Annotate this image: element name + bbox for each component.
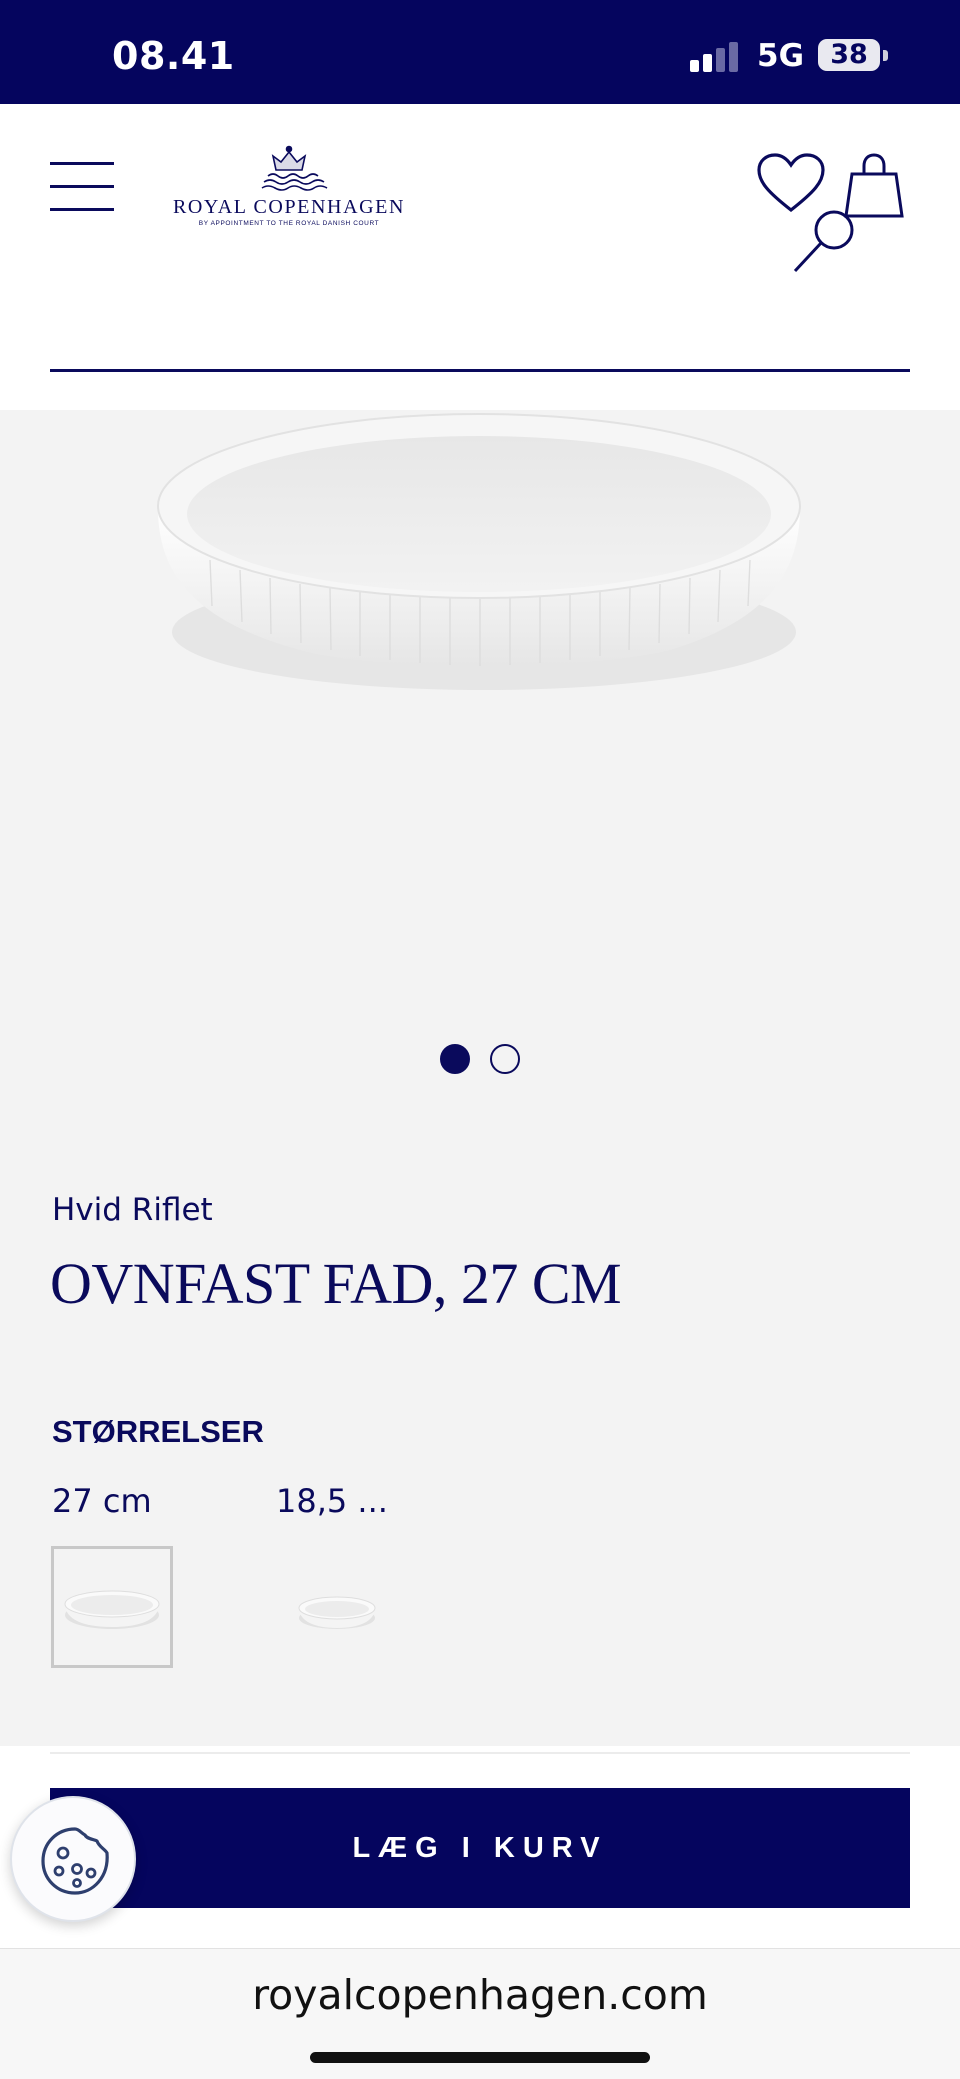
home-indicator[interactable] [310, 2052, 650, 2063]
signal-icon [690, 42, 738, 72]
battery-icon: 38 [818, 39, 880, 71]
gallery-dot-2[interactable] [490, 1044, 520, 1074]
heart-icon[interactable] [756, 152, 826, 216]
product-gallery[interactable] [0, 410, 960, 1110]
size-option-label-18[interactable]: 18,5 ... [276, 1482, 388, 1520]
dish-thumbnail-small [298, 1596, 376, 1629]
site-header: ROYAL COPENHAGEN BY APPOINTMENT TO THE R… [0, 104, 960, 410]
add-to-cart-button[interactable]: LÆG I KURV [50, 1788, 910, 1908]
browser-address-bar: royalcopenhagen.com [0, 1948, 960, 2079]
menu-icon[interactable] [50, 162, 114, 214]
product-title: OVNFAST FAD, 27 CM [50, 1251, 622, 1316]
size-option-18-thumbnail[interactable] [276, 1546, 398, 1668]
brand-tagline: BY APPOINTMENT TO THE ROYAL DANISH COURT [198, 220, 380, 227]
status-bar: 08.41 5G 38 [0, 0, 960, 104]
crown-logo-icon [261, 145, 328, 191]
product-series: Hvid Riflet [52, 1192, 213, 1228]
search-field[interactable] [50, 288, 910, 372]
dish-thumbnail-large [64, 1590, 160, 1629]
product-section: Hvid Riflet OVNFAST FAD, 27 CM STØRRELSE… [0, 410, 960, 1746]
network-type: 5G [757, 38, 805, 74]
divider [50, 1752, 910, 1754]
brand-logo[interactable]: ROYAL COPENHAGEN BY APPOINTMENT TO THE R… [150, 144, 428, 234]
sticky-cart-bar: LÆG I KURV [0, 1746, 960, 1948]
brand-name: ROYAL COPENHAGEN [172, 196, 406, 218]
cookie-icon [41, 1827, 109, 1895]
size-option-label-27[interactable]: 27 cm [52, 1482, 152, 1520]
search-input[interactable] [50, 302, 820, 362]
url-text[interactable]: royalcopenhagen.com [0, 1971, 960, 2019]
gallery-pagination [436, 1042, 524, 1076]
status-time: 08.41 [112, 34, 235, 78]
size-option-27-thumbnail[interactable] [51, 1546, 173, 1668]
search-icon[interactable] [792, 208, 858, 274]
gallery-dot-1[interactable] [440, 1044, 470, 1074]
cookie-settings-button[interactable] [10, 1796, 136, 1922]
product-image [157, 413, 801, 690]
sizes-heading: STØRRELSER [52, 1414, 264, 1449]
battery-tip [883, 50, 888, 61]
